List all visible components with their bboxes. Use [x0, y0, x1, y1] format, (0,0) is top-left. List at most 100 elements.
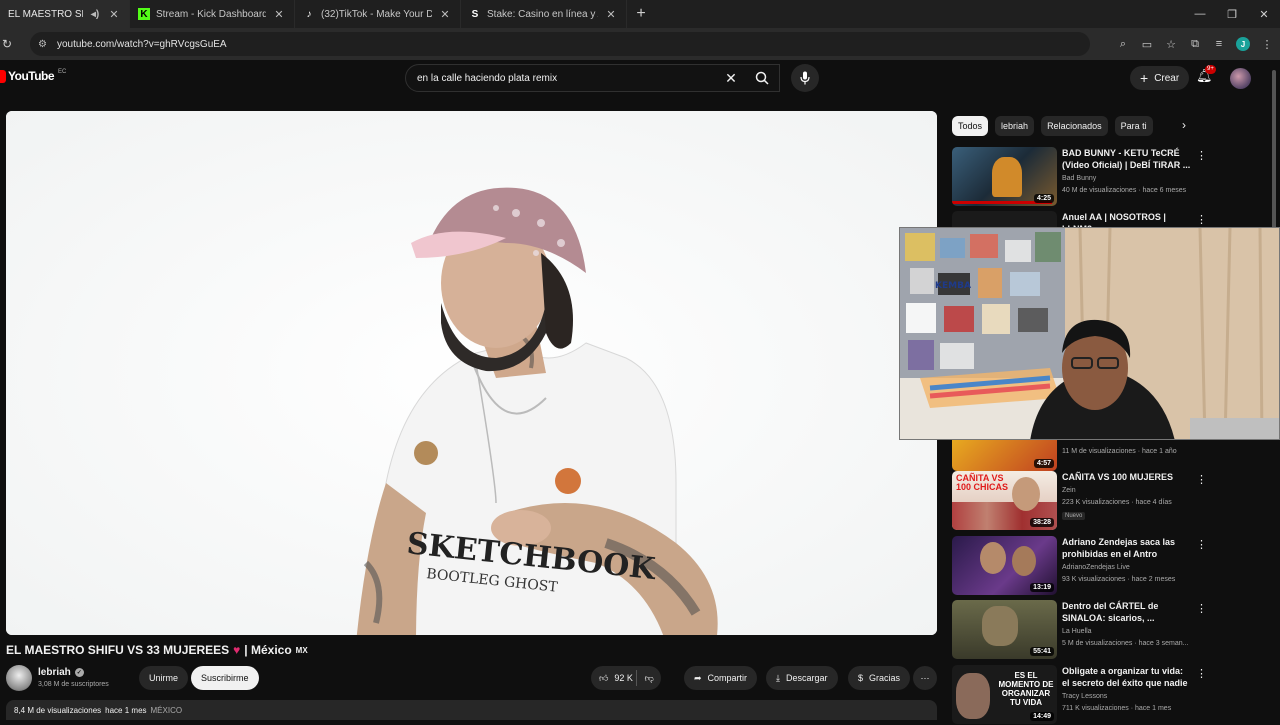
- close-icon[interactable]: ✕: [272, 8, 286, 21]
- channel-name[interactable]: lebriah ✓: [38, 667, 84, 678]
- rec-meta: 40 M de visualizaciones · hace 6 meses: [1062, 187, 1187, 194]
- rec-title: BAD BUNNY - KETU TeCRÉ (Video Oficial) |…: [1062, 148, 1191, 170]
- voice-search-button[interactable]: [791, 64, 819, 92]
- youtube-logo[interactable]: YouTube EC: [0, 69, 66, 83]
- recommendation-item[interactable]: 13:19 Adriano Zendejas saca las prohibid…: [952, 536, 1252, 596]
- new-badge: Nuevo: [1062, 512, 1086, 520]
- speaker-icon[interactable]: ◂): [89, 8, 101, 20]
- svg-text:KEMBA: KEMBA: [935, 281, 971, 291]
- tab-kick[interactable]: K Stream - Kick Dashboard ✕: [130, 0, 295, 28]
- zoom-icon[interactable]: ⌕: [1116, 37, 1130, 51]
- chip-relacionados[interactable]: Relacionados: [1041, 116, 1108, 136]
- thanks-button[interactable]: $ Gracias: [848, 666, 911, 690]
- channel-avatar[interactable]: [6, 665, 32, 691]
- kebab-menu-icon[interactable]: ⋮: [1196, 667, 1207, 680]
- join-button[interactable]: Unirme: [139, 666, 189, 690]
- video-thumbnail[interactable]: ES EL MOMENTO DE ORGANIZAR TU VIDA 14:49: [952, 665, 1057, 724]
- rec-channel: La Huella: [1062, 628, 1092, 635]
- notification-badge: 9+: [1205, 65, 1216, 74]
- recommendation-item[interactable]: 4:25 BAD BUNNY - KETU TeCRÉ (Video Ofici…: [952, 147, 1252, 207]
- kebab-menu-icon[interactable]: ⋮: [1196, 602, 1207, 615]
- create-button[interactable]: + Crear: [1130, 66, 1190, 90]
- rec-title: Dentro del CÁRTEL de SINALOA: sicarios, …: [1062, 601, 1159, 623]
- close-icon[interactable]: ✕: [438, 8, 452, 21]
- posted-time: hace 1 mes: [105, 706, 147, 715]
- country-tag: MÉXICO: [150, 706, 183, 715]
- search-query: en la calle haciendo plata remix: [417, 72, 558, 84]
- recommendation-item[interactable]: CAÑITA VS 100 CHICAS 38:28 CAÑITA VS 100…: [952, 471, 1252, 531]
- like-dislike-group: 👍︎ 92 K 👎︎: [591, 666, 661, 690]
- kebab-menu-icon[interactable]: ⋮: [1196, 538, 1207, 551]
- thanks-label: Gracias: [869, 673, 901, 683]
- subscriber-count: 3,08 M de suscriptores: [38, 681, 109, 688]
- site-info-icon[interactable]: ⚙: [38, 39, 47, 50]
- notifications-button[interactable]: 🔔︎ 9+: [1196, 65, 1216, 88]
- tab-tiktok[interactable]: ♪ (32)TikTok - Make Your Day ✕: [295, 0, 461, 28]
- chip-lebriah[interactable]: lebriah: [995, 116, 1035, 136]
- restore-icon[interactable]: ❐: [1216, 0, 1248, 28]
- thumb-text: ES EL MOMENTO DE ORGANIZAR TU VIDA: [998, 671, 1054, 707]
- reload-icon[interactable]: ↻: [2, 37, 16, 51]
- description-box[interactable]: 8,4 M de visualizaciones hace 1 mes MÉXI…: [6, 700, 937, 720]
- kebab-menu-icon[interactable]: ⋮: [1196, 149, 1207, 162]
- rec-meta: 11 M de visualizaciones · hace 1 año: [1062, 448, 1177, 455]
- rec-title: Obligate a organizar tu vida: el secreto…: [1062, 666, 1188, 688]
- search-icon: [755, 71, 769, 85]
- dislike-button[interactable]: 👎︎: [637, 673, 661, 684]
- recommendation-item[interactable]: 55:41 Dentro del CÁRTEL de SINALOA: sica…: [952, 600, 1252, 660]
- like-button[interactable]: 👍︎ 92 K: [591, 673, 636, 684]
- video-thumbnail[interactable]: CAÑITA VS 100 CHICAS 38:28: [952, 471, 1057, 530]
- webcam-feed-image: KEMBA: [900, 228, 1279, 439]
- bookmark-star-icon[interactable]: ☆: [1164, 37, 1178, 51]
- search-button[interactable]: [744, 64, 780, 92]
- tab-youtube[interactable]: EL MAESTRO SHIFU VS ◂) ✕: [0, 0, 130, 28]
- rec-meta: 5 M de visualizaciones · hace 3 seman...: [1062, 640, 1189, 647]
- browser-menu-icon[interactable]: ⋮: [1260, 37, 1274, 51]
- profile-avatar[interactable]: J: [1236, 37, 1250, 51]
- share-button[interactable]: ➦ Compartir: [684, 666, 758, 690]
- video-thumbnail[interactable]: 4:25: [952, 147, 1057, 206]
- duration-badge: 13:19: [1030, 583, 1054, 592]
- chip-todos[interactable]: Todos: [952, 116, 989, 136]
- download-button[interactable]: ⤓ Descargar: [766, 666, 838, 690]
- close-icon[interactable]: ✕: [107, 8, 121, 21]
- search-input[interactable]: en la calle haciendo plata remix ✕: [405, 64, 780, 92]
- video-player[interactable]: SKETCHBOOK BOOTLEG GHOST: [6, 111, 937, 635]
- duration-badge: 55:41: [1030, 647, 1054, 656]
- video-title: EL MAESTRO SHIFU VS 33 MUJEREES ♥ | Méxi…: [6, 643, 308, 657]
- tab-label: Stream - Kick Dashboard: [156, 8, 266, 20]
- media-controls-icon[interactable]: ≡: [1212, 37, 1226, 51]
- video-thumbnail[interactable]: 55:41: [952, 600, 1057, 659]
- close-window-icon[interactable]: ✕: [1248, 0, 1280, 28]
- video-thumbnail[interactable]: 13:19: [952, 536, 1057, 595]
- tiktok-icon: ♪: [306, 8, 312, 20]
- rec-channel: Zein: [1062, 487, 1076, 494]
- url-field[interactable]: ⚙ youtube.com/watch?v=ghRVcgsGuEA: [30, 32, 1090, 56]
- browser-tab-bar: EL MAESTRO SHIFU VS ◂) ✕ K Stream - Kick…: [0, 0, 1280, 28]
- new-tab-button[interactable]: +: [627, 0, 655, 28]
- plus-icon: +: [1140, 70, 1149, 86]
- account-avatar[interactable]: [1230, 68, 1251, 89]
- close-icon[interactable]: ✕: [604, 8, 618, 21]
- recommendation-item[interactable]: ES EL MOMENTO DE ORGANIZAR TU VIDA 14:49…: [952, 665, 1252, 725]
- kebab-menu-icon[interactable]: ⋮: [1196, 473, 1207, 486]
- cast-icon[interactable]: ▭: [1140, 37, 1154, 51]
- thumbs-down-icon: 👎︎: [644, 672, 654, 683]
- chip-para-ti[interactable]: Para ti: [1114, 116, 1153, 136]
- more-icon: ⋯: [920, 672, 930, 683]
- tab-label: (32)TikTok - Make Your Day: [321, 8, 432, 20]
- thumb-text: CAÑITA VS 100 CHICAS: [956, 473, 1009, 492]
- tab-stake[interactable]: S Stake: Casino en línea y Apuestas ✕: [461, 0, 627, 28]
- chevron-right-icon[interactable]: ›: [1182, 118, 1186, 132]
- kebab-menu-icon[interactable]: ⋮: [1196, 213, 1207, 226]
- minimize-icon[interactable]: —: [1184, 0, 1216, 28]
- extensions-icon[interactable]: ⧉: [1188, 37, 1202, 51]
- subscribe-button[interactable]: Suscribirme: [191, 666, 259, 690]
- like-count: 92 K: [614, 673, 633, 683]
- clear-search-icon[interactable]: ✕: [719, 70, 743, 87]
- youtube-header: YouTube EC en la calle haciendo plata re…: [0, 60, 1280, 98]
- rec-meta: 711 K visualizaciones · hace 1 mes: [1062, 705, 1172, 712]
- rec-channel: AdrianoZendejas Live: [1062, 564, 1130, 571]
- super-thanks-icon: $: [858, 673, 864, 683]
- more-actions-button[interactable]: ⋯: [913, 666, 937, 690]
